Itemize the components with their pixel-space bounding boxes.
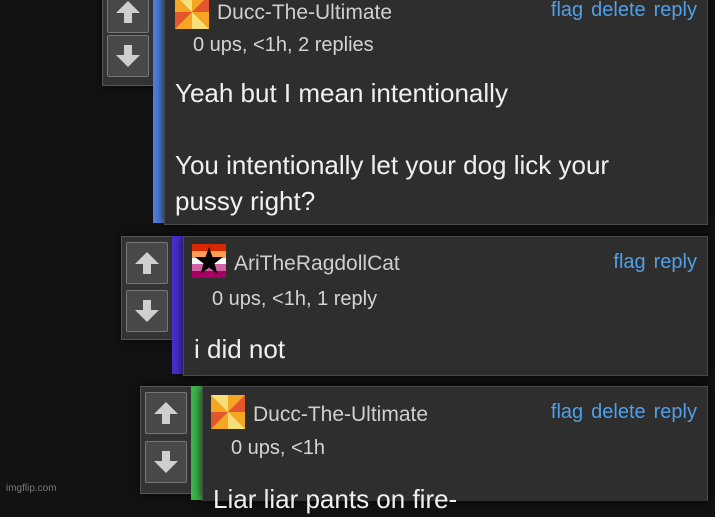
reply-link[interactable]: reply (654, 251, 697, 273)
downvote-button[interactable] (145, 441, 187, 483)
delete-link[interactable]: delete (591, 401, 646, 423)
username[interactable]: AriTheRagdollCat (234, 252, 400, 276)
comment-actions: flag delete reply (543, 401, 697, 424)
star-flag-avatar[interactable] (192, 244, 226, 278)
arrow-up-icon (135, 252, 159, 274)
comment-actions: flag delete reply (543, 0, 697, 22)
username[interactable]: Ducc-The-Ultimate (253, 403, 428, 427)
orange-pinwheel-avatar[interactable] (175, 0, 209, 29)
upvote-button[interactable] (126, 242, 168, 284)
comment-line: Liar liar pants on fire- (213, 484, 458, 514)
upvote-button[interactable] (107, 0, 149, 33)
thread-bar (191, 386, 202, 500)
flag-link[interactable]: flag (551, 0, 583, 21)
comment-body: Yeah but I mean intentionally You intent… (175, 75, 609, 219)
flag-link[interactable]: flag (613, 251, 645, 273)
comment-actions: flag reply (605, 251, 697, 274)
comment-meta: 0 ups, <1h, 2 replies (193, 34, 374, 56)
comment-line (175, 111, 609, 147)
comment-meta: 0 ups, <1h, 1 reply (212, 288, 378, 310)
thread-bar (153, 0, 164, 223)
vote-panel (121, 236, 175, 340)
comment-body: Liar liar pants on fire- (213, 481, 457, 517)
comment-line: You intentionally let your dog lick your (175, 150, 610, 180)
reply-link[interactable]: reply (654, 401, 697, 423)
downvote-button[interactable] (126, 290, 168, 332)
username[interactable]: Ducc-The-Ultimate (217, 1, 392, 25)
comment-meta: 0 ups, <1h (231, 437, 325, 459)
thread-bar (172, 236, 183, 374)
upvote-button[interactable] (145, 392, 187, 434)
downvote-button[interactable] (107, 35, 149, 77)
arrow-up-icon (154, 402, 178, 424)
flag-link[interactable]: flag (551, 401, 583, 423)
comment-line: Yeah but I mean intentionally (175, 78, 508, 108)
arrow-down-icon (135, 300, 159, 322)
arrow-down-icon (154, 451, 178, 473)
comment-line: pussy right? (175, 186, 316, 216)
delete-link[interactable]: delete (591, 0, 646, 21)
orange-pinwheel-avatar[interactable] (211, 395, 245, 429)
vote-panel (140, 386, 194, 494)
arrow-up-icon (116, 1, 140, 23)
comment-line: i did not (194, 334, 286, 364)
comment-card: Ducc-The-Ultimate flag delete reply 0 ups,… (202, 386, 708, 514)
watermark: imgflip.com (6, 483, 57, 494)
vote-panel (102, 0, 156, 86)
reply-link[interactable]: reply (654, 0, 697, 21)
comment-card: AriTheRagdollCat flag reply 0 ups, <1h, 1… (183, 236, 708, 376)
comment-body: i did not (194, 331, 285, 367)
comment-card: Ducc-The-Ultimate flag delete reply 0 ups,… (164, 0, 708, 225)
arrow-down-icon (116, 45, 140, 67)
